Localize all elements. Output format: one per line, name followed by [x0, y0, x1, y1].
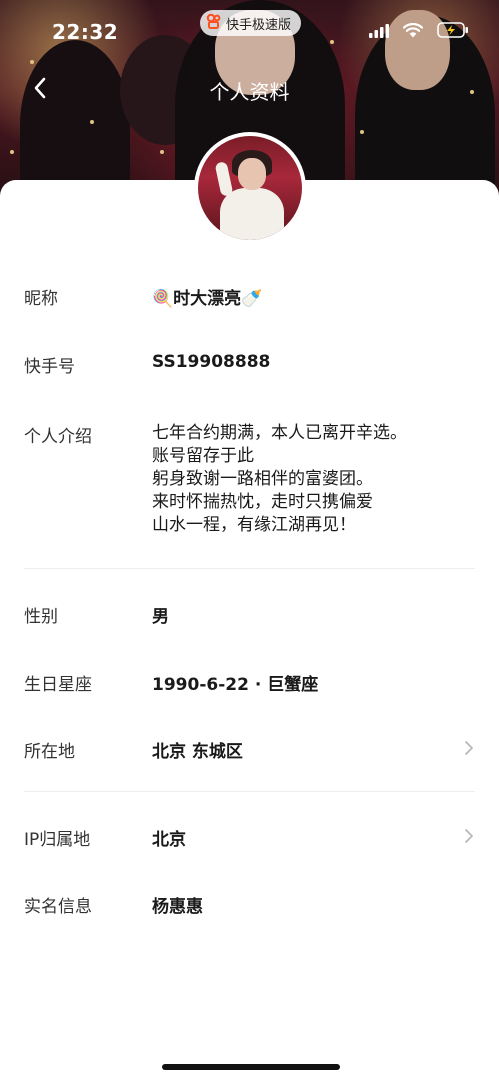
ip-location-row[interactable]: IP归属地 北京: [24, 825, 475, 850]
signal-icon: [369, 23, 389, 42]
real-name-label: 实名信息: [24, 897, 92, 917]
real-name-row: 实名信息 杨惠惠: [24, 892, 475, 917]
birthday-label: 生日星座: [24, 675, 92, 695]
bio-line: 躬身致谢一路相伴的富婆团。: [152, 469, 373, 489]
chevron-right-icon: [463, 737, 475, 763]
profile-sheet: [0, 180, 499, 1080]
bio-label: 个人介绍: [24, 427, 92, 447]
avatar[interactable]: [194, 132, 306, 244]
gender-value: 男: [152, 607, 169, 627]
section-divider: [24, 791, 475, 792]
ip-location-value: 北京: [152, 830, 186, 850]
app-badge[interactable]: 快手极速版: [200, 10, 302, 36]
chevron-right-icon: [463, 825, 475, 851]
status-icons: [369, 22, 469, 42]
account-id-label: 快手号: [24, 357, 75, 377]
wifi-icon: [402, 22, 424, 42]
location-row[interactable]: 所在地 北京 东城区: [24, 737, 475, 762]
birthday-row: 生日星座 1990-6-22 · 巨蟹座: [24, 670, 475, 695]
real-name-value: 杨惠惠: [152, 897, 203, 917]
bio-line: 账号留存于此: [152, 446, 254, 466]
nickname-row: 昵称 🍭时大漂亮🍼: [24, 284, 475, 309]
bio-line: 来时怀揣热忱，走时只携偏爱: [152, 492, 373, 512]
gender-row: 性别 男: [24, 602, 475, 627]
bio-line: 山水一程，有缘江湖再见！: [152, 515, 356, 535]
section-divider: [24, 568, 475, 569]
account-id-value: SS19908888: [152, 352, 271, 372]
location-value: 北京 东城区: [152, 742, 243, 762]
nav-bar: 个人资料: [0, 66, 499, 114]
nickname-label: 昵称: [24, 289, 58, 309]
account-id-row: 快手号 SS19908888: [24, 352, 475, 377]
kuaishou-logo-icon: [206, 13, 222, 33]
nickname-value: 🍭时大漂亮🍼: [152, 289, 263, 309]
status-bar: 22:32 快手极速版: [0, 0, 499, 66]
location-label: 所在地: [24, 742, 75, 762]
home-indicator[interactable]: [162, 1064, 340, 1070]
bio-line: 七年合约期满，本人已离开辛选。: [152, 423, 407, 443]
ip-location-label: IP归属地: [24, 830, 91, 850]
battery-charging-icon: [437, 22, 469, 42]
gender-label: 性别: [24, 607, 58, 627]
status-time: 22:32: [52, 20, 119, 44]
avatar-photo: [198, 136, 302, 240]
page-title: 个人资料: [209, 80, 290, 104]
birthday-value: 1990-6-22 · 巨蟹座: [152, 675, 319, 695]
app-badge-label: 快手极速版: [226, 17, 292, 33]
bio-row: 个人介绍 七年合约期满，本人已离开辛选。 账号留存于此 躬身致谢一路相伴的富婆团…: [24, 422, 475, 537]
bio-value: 七年合约期满，本人已离开辛选。 账号留存于此 躬身致谢一路相伴的富婆团。 来时怀…: [152, 422, 407, 537]
